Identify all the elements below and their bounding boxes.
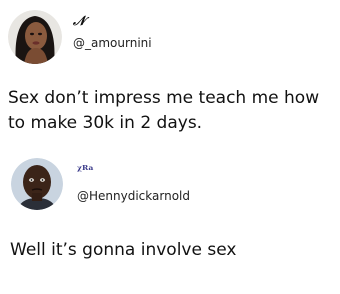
- user-handle[interactable]: @_amournini: [73, 36, 152, 50]
- avatar-image: [11, 158, 63, 210]
- tweet-text: Well it’s gonna involve sex: [10, 240, 237, 260]
- display-name[interactable]: 𝒩: [73, 14, 85, 29]
- user-handle[interactable]: @Hennydickarnold: [77, 189, 190, 203]
- tweet-text: Sex don’t impress me teach me how to mak…: [8, 88, 320, 133]
- avatar-image: [8, 10, 62, 64]
- avatar[interactable]: [11, 158, 63, 210]
- display-name[interactable]: ᵡᴿᵃ: [77, 163, 94, 177]
- avatar[interactable]: [8, 10, 62, 64]
